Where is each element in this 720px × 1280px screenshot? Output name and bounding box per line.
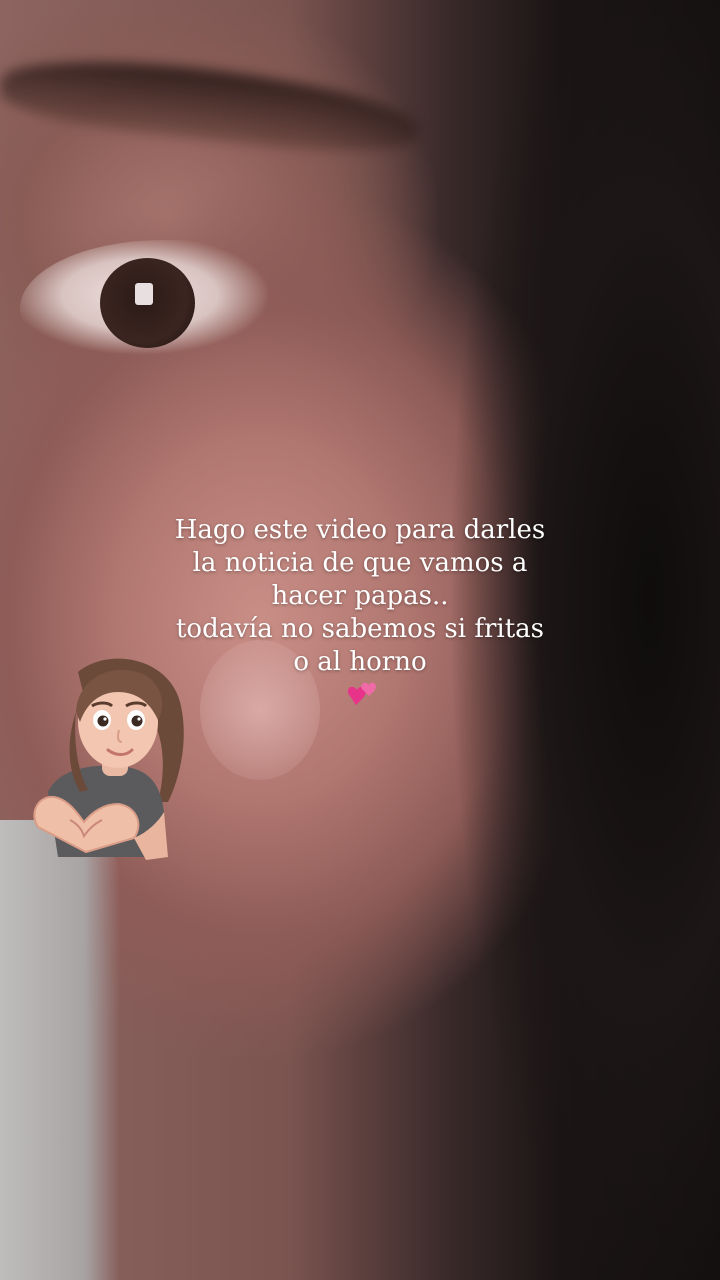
background-eye-glint	[135, 283, 153, 305]
background-eyebrow	[0, 48, 423, 162]
caption-line-1: Hago este video para darles	[174, 515, 546, 545]
caption-line-3: hacer papas..	[271, 581, 449, 611]
background-iris	[100, 258, 195, 348]
two-hearts-icon	[347, 682, 376, 705]
caption-line-2: la noticia de que vamos a	[192, 548, 528, 578]
memoji-heart-hands-sticker[interactable]	[18, 652, 190, 868]
story-caption: Hago este video para darles la noticia d…	[150, 514, 570, 679]
background-eye	[20, 240, 270, 360]
caption-line-4: todavía no sabemos si fritas	[175, 614, 545, 644]
background-pillow	[0, 820, 120, 1280]
story-frame[interactable]: Hago este video para darles la noticia d…	[0, 0, 720, 1280]
caption-line-5: o al horno	[293, 647, 427, 677]
